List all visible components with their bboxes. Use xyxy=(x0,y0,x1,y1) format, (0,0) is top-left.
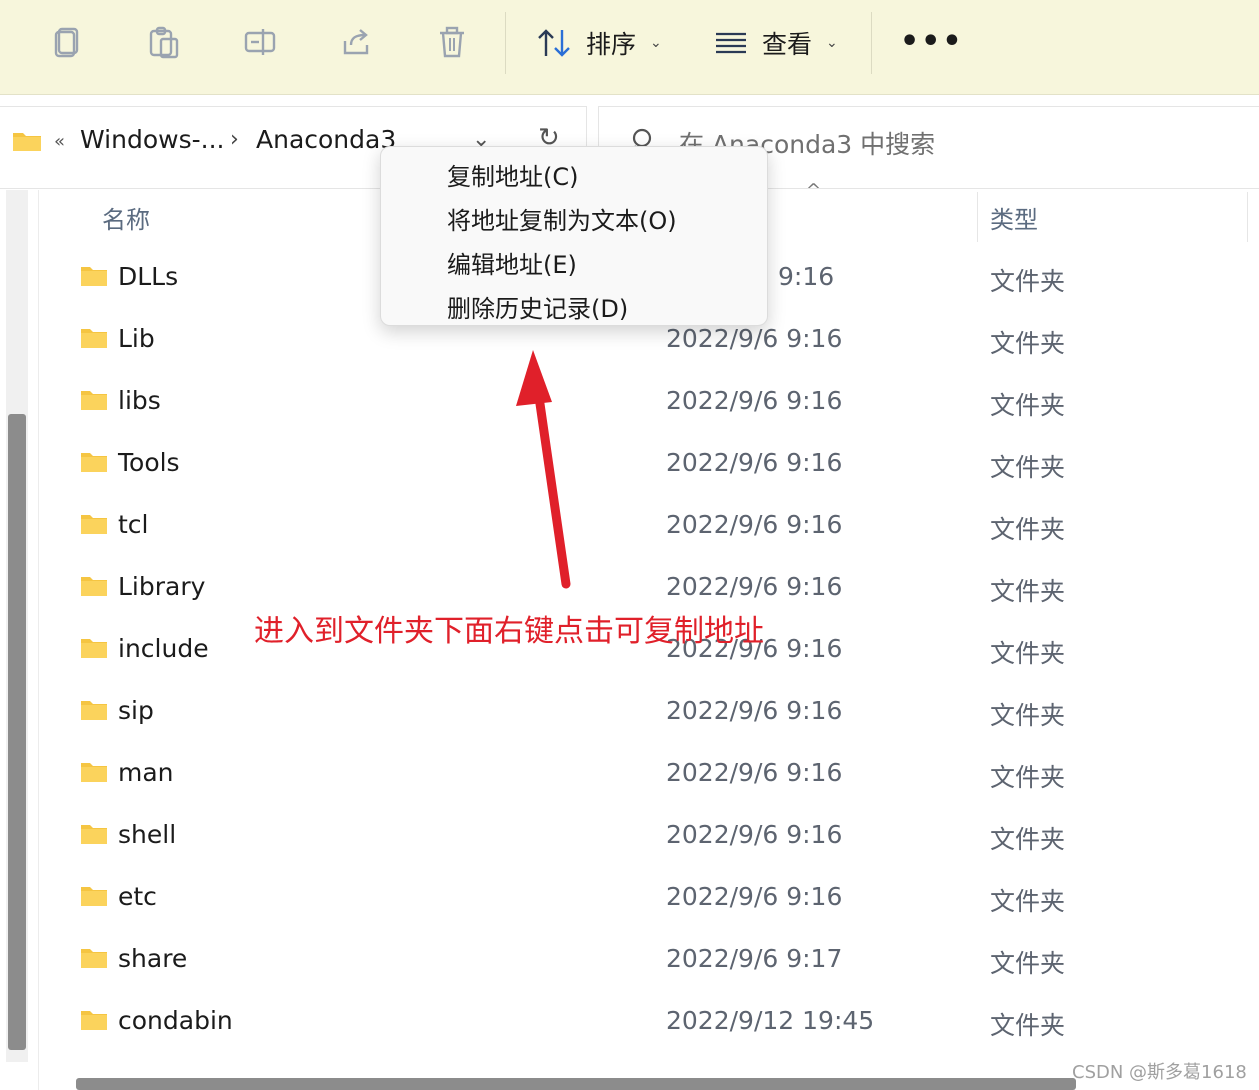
horizontal-scrollbar-thumb[interactable] xyxy=(76,1078,1076,1090)
copy-icon[interactable] xyxy=(50,24,86,60)
row-date: 2022/9/12 19:45 xyxy=(666,1006,875,1035)
folder-icon xyxy=(81,391,107,410)
row-date: 2022/9/6 9:16 xyxy=(666,572,843,601)
breadcrumb-item[interactable]: Anaconda3 xyxy=(256,125,396,154)
annotation-arrow-icon xyxy=(516,350,571,589)
row-type: 文件夹 xyxy=(990,1011,1066,1040)
folder-icon xyxy=(81,701,107,720)
breadcrumb-item[interactable]: Windows-... xyxy=(80,125,224,154)
row-date: 2022/9/6 9:16 xyxy=(666,386,843,415)
chevron-down-icon: ⌄ xyxy=(650,35,662,51)
table-row[interactable]: libs 2022/9/6 9:16 文件夹 xyxy=(40,374,1259,436)
row-date: 2022/9/6 9:16 xyxy=(666,696,843,725)
table-row[interactable]: condabin 2022/9/12 19:45 文件夹 xyxy=(40,994,1259,1056)
more-options-button[interactable]: ••• xyxy=(900,24,964,59)
column-header-type[interactable]: 类型 xyxy=(990,200,1038,235)
row-date: 2022/9/6 9:16 xyxy=(666,510,843,539)
row-date: 2022/9/6 9:16 xyxy=(666,758,843,787)
row-name: shell xyxy=(118,820,177,849)
folder-icon xyxy=(81,639,107,658)
paste-icon[interactable] xyxy=(146,24,182,60)
share-icon[interactable] xyxy=(338,24,374,60)
view-button[interactable]: 查看 ⌄ xyxy=(714,22,838,64)
folder-icon xyxy=(81,825,107,844)
row-name: Library xyxy=(118,572,206,601)
folder-icon xyxy=(81,453,107,472)
row-name: tcl xyxy=(118,510,149,539)
row-name: sip xyxy=(118,696,154,725)
table-row[interactable]: Tools 2022/9/6 9:16 文件夹 xyxy=(40,436,1259,498)
toolbar-separator xyxy=(871,12,872,74)
row-type: 文件夹 xyxy=(990,267,1066,296)
column-separator[interactable] xyxy=(977,192,978,242)
table-row[interactable]: shell 2022/9/6 9:16 文件夹 xyxy=(40,808,1259,870)
toolbar-separator xyxy=(505,12,506,74)
chevron-down-icon: ⌄ xyxy=(826,35,838,51)
row-type: 文件夹 xyxy=(990,763,1066,792)
row-type: 文件夹 xyxy=(990,391,1066,420)
sort-label: 排序 xyxy=(586,30,637,59)
row-type: 文件夹 xyxy=(990,825,1066,854)
row-type: 文件夹 xyxy=(990,639,1066,668)
folder-icon xyxy=(81,577,107,596)
folder-icon xyxy=(81,1011,107,1030)
breadcrumb-separator: › xyxy=(230,127,239,152)
view-icon xyxy=(716,32,746,54)
row-name: man xyxy=(118,758,174,787)
address-context-menu: 复制地址(C) 将地址复制为文本(O) 编辑地址(E) 删除历史记录(D) xyxy=(380,146,768,326)
row-type: 文件夹 xyxy=(990,949,1066,978)
column-separator[interactable] xyxy=(1247,192,1248,242)
table-row[interactable]: etc 2022/9/6 9:16 文件夹 xyxy=(40,870,1259,932)
folder-icon xyxy=(81,329,107,348)
folder-icon xyxy=(81,949,107,968)
row-type: 文件夹 xyxy=(990,453,1066,482)
row-name: libs xyxy=(118,386,161,415)
table-row[interactable]: tcl 2022/9/6 9:16 文件夹 xyxy=(40,498,1259,560)
annotation-text: 进入到文件夹下面右键点击可复制地址 xyxy=(254,614,764,649)
command-bar: 排序 ⌄ 查看 ⌄ ••• xyxy=(0,0,1259,95)
row-date: 9:16 xyxy=(778,262,835,291)
folder-icon xyxy=(81,763,107,782)
table-row[interactable]: man 2022/9/6 9:16 文件夹 xyxy=(40,746,1259,808)
row-date: 2022/9/6 9:16 xyxy=(666,882,843,911)
row-type: 文件夹 xyxy=(990,515,1066,544)
sort-button[interactable]: 排序 ⌄ xyxy=(536,22,662,64)
menu-item-copy-address-as-text[interactable]: 将地址复制为文本(O) xyxy=(447,201,677,236)
row-name: Tools xyxy=(118,448,180,477)
vertical-scrollbar-thumb[interactable] xyxy=(8,414,26,1050)
row-name: condabin xyxy=(118,1006,233,1035)
row-type: 文件夹 xyxy=(990,701,1066,730)
row-name: etc xyxy=(118,882,157,911)
row-name: Lib xyxy=(118,324,155,353)
delete-icon[interactable] xyxy=(434,24,470,60)
row-name: DLLs xyxy=(118,262,179,291)
row-date: 2022/9/6 9:16 xyxy=(666,820,843,849)
folder-icon xyxy=(13,133,41,151)
rename-icon[interactable] xyxy=(242,24,278,60)
view-label: 查看 xyxy=(762,30,813,59)
sort-icon xyxy=(538,29,570,57)
row-date: 2022/9/6 9:16 xyxy=(666,324,843,353)
folder-icon xyxy=(81,887,107,906)
row-name: include xyxy=(118,634,209,663)
row-type: 文件夹 xyxy=(990,577,1066,606)
menu-item-delete-history[interactable]: 删除历史记录(D) xyxy=(447,289,628,324)
breadcrumb-overflow[interactable]: « xyxy=(54,131,65,152)
row-type: 文件夹 xyxy=(990,329,1066,358)
menu-item-copy-address[interactable]: 复制地址(C) xyxy=(447,157,578,192)
table-row[interactable]: share 2022/9/6 9:17 文件夹 xyxy=(40,932,1259,994)
row-date: 2022/9/6 9:17 xyxy=(666,944,843,973)
table-row[interactable]: sip 2022/9/6 9:16 文件夹 xyxy=(40,684,1259,746)
folder-icon xyxy=(81,267,107,286)
pane-divider xyxy=(38,190,39,1090)
row-type: 文件夹 xyxy=(990,887,1066,916)
watermark: CSDN @斯多葛1618 xyxy=(1072,1062,1247,1083)
sort-caret-icon: ^ xyxy=(806,180,822,201)
row-date: 2022/9/6 9:16 xyxy=(666,448,843,477)
folder-icon xyxy=(81,515,107,534)
row-name: share xyxy=(118,944,188,973)
menu-item-edit-address[interactable]: 编辑地址(E) xyxy=(447,245,577,280)
column-header-name[interactable]: 名称 xyxy=(102,200,150,235)
